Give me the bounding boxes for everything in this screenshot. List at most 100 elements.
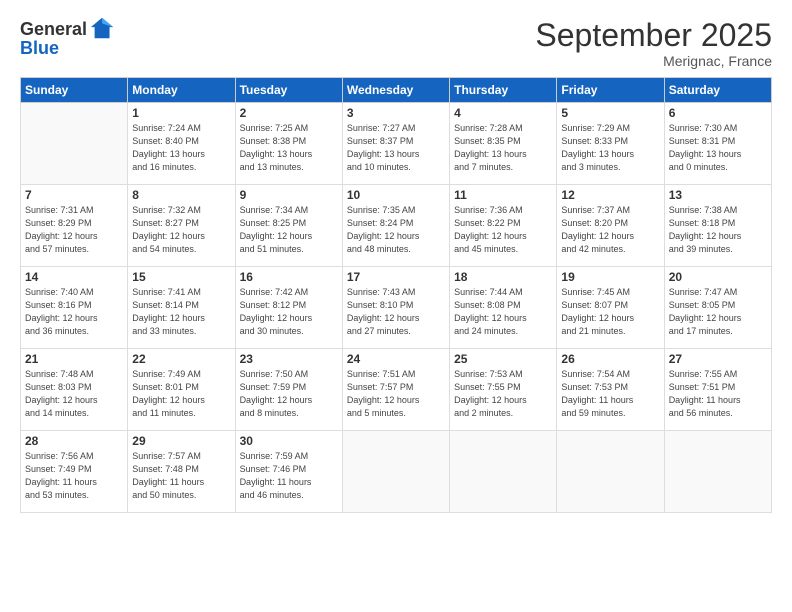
calendar-cell: 1 Sunrise: 7:24 AM Sunset: 8:40 PM Daylig… xyxy=(128,103,235,185)
calendar-cell: 28 Sunrise: 7:56 AM Sunset: 7:49 PM Dayli… xyxy=(21,431,128,513)
calendar-cell: 22 Sunrise: 7:49 AM Sunset: 8:01 PM Dayli… xyxy=(128,349,235,431)
logo-blue: Blue xyxy=(20,38,59,59)
logo: General Blue xyxy=(20,18,117,59)
calendar-cell: 4Sunrise: 7:28 AM Sunset: 8:35 PM Daylig… xyxy=(450,103,557,185)
day-info: Sunrise: 7:54 AM Sunset: 7:53 PM Dayligh… xyxy=(561,368,659,420)
calendar-cell: 10Sunrise: 7:35 AM Sunset: 8:24 PM Dayli… xyxy=(342,185,449,267)
col-tuesday: Tuesday xyxy=(235,78,342,103)
day-info: Sunrise: 7:47 AM Sunset: 8:05 PM Dayligh… xyxy=(669,286,767,338)
day-info: Sunrise: 7:55 AM Sunset: 7:51 PM Dayligh… xyxy=(669,368,767,420)
calendar-cell: 14 Sunrise: 7:40 AM Sunset: 8:16 PM Dayli… xyxy=(21,267,128,349)
calendar-week-2: 7Sunrise: 7:31 AM Sunset: 8:29 PM Daylig… xyxy=(21,185,772,267)
day-info: Sunrise: 7:28 AM Sunset: 8:35 PM Dayligh… xyxy=(454,122,552,174)
calendar-cell: 2 Sunrise: 7:25 AM Sunset: 8:38 PM Daylig… xyxy=(235,103,342,185)
day-number: 18 xyxy=(454,270,552,284)
day-info: Sunrise: 7:34 AM Sunset: 8:25 PM Dayligh… xyxy=(240,204,338,256)
calendar-cell: 8Sunrise: 7:32 AM Sunset: 8:27 PM Daylig… xyxy=(128,185,235,267)
day-info: Sunrise: 7:50 AM Sunset: 7:59 PM Dayligh… xyxy=(240,368,338,420)
calendar-week-1: 1 Sunrise: 7:24 AM Sunset: 8:40 PM Daylig… xyxy=(21,103,772,185)
calendar-cell xyxy=(557,431,664,513)
day-number: 11 xyxy=(454,188,552,202)
calendar-cell: 6 Sunrise: 7:30 AM Sunset: 8:31 PM Daylig… xyxy=(664,103,771,185)
day-number: 1 xyxy=(132,106,230,120)
col-friday: Friday xyxy=(557,78,664,103)
day-info: Sunrise: 7:31 AM Sunset: 8:29 PM Dayligh… xyxy=(25,204,123,256)
calendar-week-5: 28 Sunrise: 7:56 AM Sunset: 7:49 PM Dayli… xyxy=(21,431,772,513)
day-number: 5 xyxy=(561,106,659,120)
logo-icon xyxy=(89,14,117,42)
day-number: 21 xyxy=(25,352,123,366)
calendar-cell: 26 Sunrise: 7:54 AM Sunset: 7:53 PM Dayli… xyxy=(557,349,664,431)
day-info: Sunrise: 7:44 AM Sunset: 8:08 PM Dayligh… xyxy=(454,286,552,338)
day-info: Sunrise: 7:53 AM Sunset: 7:55 PM Dayligh… xyxy=(454,368,552,420)
calendar-week-4: 21 Sunrise: 7:48 AM Sunset: 8:03 PM Dayli… xyxy=(21,349,772,431)
day-info: Sunrise: 7:27 AM Sunset: 8:37 PM Dayligh… xyxy=(347,122,445,174)
calendar-cell: 15 Sunrise: 7:41 AM Sunset: 8:14 PM Dayli… xyxy=(128,267,235,349)
calendar-week-3: 14 Sunrise: 7:40 AM Sunset: 8:16 PM Dayli… xyxy=(21,267,772,349)
calendar-cell: 21 Sunrise: 7:48 AM Sunset: 8:03 PM Dayli… xyxy=(21,349,128,431)
day-number: 13 xyxy=(669,188,767,202)
header-row: Sunday Monday Tuesday Wednesday Thursday… xyxy=(21,78,772,103)
day-number: 16 xyxy=(240,270,338,284)
calendar-cell: 29 Sunrise: 7:57 AM Sunset: 7:48 PM Dayli… xyxy=(128,431,235,513)
col-sunday: Sunday xyxy=(21,78,128,103)
calendar-cell: 5 Sunrise: 7:29 AM Sunset: 8:33 PM Daylig… xyxy=(557,103,664,185)
day-info: Sunrise: 7:36 AM Sunset: 8:22 PM Dayligh… xyxy=(454,204,552,256)
col-saturday: Saturday xyxy=(664,78,771,103)
logo-text: General xyxy=(20,20,87,40)
calendar-cell xyxy=(664,431,771,513)
day-number: 24 xyxy=(347,352,445,366)
day-number: 6 xyxy=(669,106,767,120)
col-monday: Monday xyxy=(128,78,235,103)
col-thursday: Thursday xyxy=(450,78,557,103)
day-info: Sunrise: 7:56 AM Sunset: 7:49 PM Dayligh… xyxy=(25,450,123,502)
day-info: Sunrise: 7:42 AM Sunset: 8:12 PM Dayligh… xyxy=(240,286,338,338)
day-number: 14 xyxy=(25,270,123,284)
day-number: 27 xyxy=(669,352,767,366)
calendar-cell: 7Sunrise: 7:31 AM Sunset: 8:29 PM Daylig… xyxy=(21,185,128,267)
calendar-cell: 20 Sunrise: 7:47 AM Sunset: 8:05 PM Dayli… xyxy=(664,267,771,349)
day-info: Sunrise: 7:29 AM Sunset: 8:33 PM Dayligh… xyxy=(561,122,659,174)
day-number: 19 xyxy=(561,270,659,284)
day-number: 17 xyxy=(347,270,445,284)
day-info: Sunrise: 7:51 AM Sunset: 7:57 PM Dayligh… xyxy=(347,368,445,420)
day-info: Sunrise: 7:25 AM Sunset: 8:38 PM Dayligh… xyxy=(240,122,338,174)
day-number: 29 xyxy=(132,434,230,448)
calendar-cell: 18 Sunrise: 7:44 AM Sunset: 8:08 PM Dayli… xyxy=(450,267,557,349)
calendar-cell: 13Sunrise: 7:38 AM Sunset: 8:18 PM Dayli… xyxy=(664,185,771,267)
day-info: Sunrise: 7:48 AM Sunset: 8:03 PM Dayligh… xyxy=(25,368,123,420)
day-info: Sunrise: 7:57 AM Sunset: 7:48 PM Dayligh… xyxy=(132,450,230,502)
day-number: 28 xyxy=(25,434,123,448)
day-number: 15 xyxy=(132,270,230,284)
month-title: September 2025 xyxy=(535,18,772,53)
day-number: 22 xyxy=(132,352,230,366)
calendar-table: Sunday Monday Tuesday Wednesday Thursday… xyxy=(20,77,772,513)
title-area: September 2025 Merignac, France xyxy=(535,18,772,69)
day-info: Sunrise: 7:30 AM Sunset: 8:31 PM Dayligh… xyxy=(669,122,767,174)
day-number: 3 xyxy=(347,106,445,120)
calendar-cell xyxy=(342,431,449,513)
calendar-cell: 17 Sunrise: 7:43 AM Sunset: 8:10 PM Dayli… xyxy=(342,267,449,349)
calendar-cell: 11 Sunrise: 7:36 AM Sunset: 8:22 PM Dayli… xyxy=(450,185,557,267)
day-number: 10 xyxy=(347,188,445,202)
calendar-cell: 19Sunrise: 7:45 AM Sunset: 8:07 PM Dayli… xyxy=(557,267,664,349)
calendar-cell: 25 Sunrise: 7:53 AM Sunset: 7:55 PM Dayli… xyxy=(450,349,557,431)
day-number: 25 xyxy=(454,352,552,366)
calendar-page: General Blue September 2025 Merignac, Fr… xyxy=(0,0,792,612)
calendar-cell: 12Sunrise: 7:37 AM Sunset: 8:20 PM Dayli… xyxy=(557,185,664,267)
calendar-cell: 16 Sunrise: 7:42 AM Sunset: 8:12 PM Dayli… xyxy=(235,267,342,349)
day-number: 2 xyxy=(240,106,338,120)
day-info: Sunrise: 7:32 AM Sunset: 8:27 PM Dayligh… xyxy=(132,204,230,256)
day-number: 9 xyxy=(240,188,338,202)
calendar-cell: 23Sunrise: 7:50 AM Sunset: 7:59 PM Dayli… xyxy=(235,349,342,431)
calendar-cell: 27 Sunrise: 7:55 AM Sunset: 7:51 PM Dayli… xyxy=(664,349,771,431)
day-info: Sunrise: 7:24 AM Sunset: 8:40 PM Dayligh… xyxy=(132,122,230,174)
day-info: Sunrise: 7:41 AM Sunset: 8:14 PM Dayligh… xyxy=(132,286,230,338)
day-info: Sunrise: 7:37 AM Sunset: 8:20 PM Dayligh… xyxy=(561,204,659,256)
day-info: Sunrise: 7:43 AM Sunset: 8:10 PM Dayligh… xyxy=(347,286,445,338)
calendar-cell: 24 Sunrise: 7:51 AM Sunset: 7:57 PM Dayli… xyxy=(342,349,449,431)
day-info: Sunrise: 7:49 AM Sunset: 8:01 PM Dayligh… xyxy=(132,368,230,420)
day-number: 20 xyxy=(669,270,767,284)
day-info: Sunrise: 7:40 AM Sunset: 8:16 PM Dayligh… xyxy=(25,286,123,338)
day-number: 26 xyxy=(561,352,659,366)
